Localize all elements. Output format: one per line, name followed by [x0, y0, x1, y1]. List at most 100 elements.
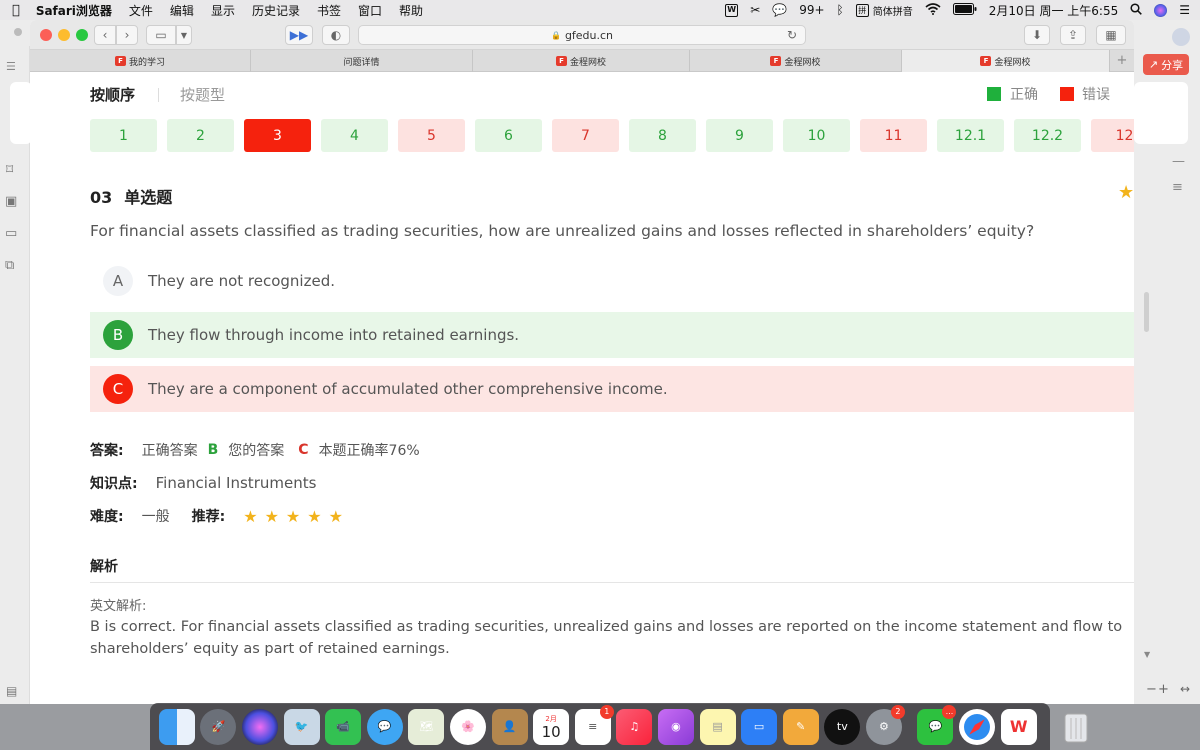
question-number-button[interactable]: 7: [552, 119, 619, 152]
launchpad-rocket-icon[interactable]: 🚀: [200, 708, 237, 745]
music-icon[interactable]: ♫: [616, 708, 653, 745]
sidebar-dropdown-button[interactable]: ▼: [176, 25, 192, 45]
question-number-button[interactable]: 2: [167, 119, 234, 152]
question-number-button[interactable]: 11: [860, 119, 927, 152]
favorite-star-icon[interactable]: ★: [1118, 182, 1134, 203]
share-page-button[interactable]: ⇪: [1060, 25, 1086, 45]
question-number-button[interactable]: 1: [90, 119, 157, 152]
trash-icon[interactable]: [1058, 709, 1094, 745]
tab-gfedu-2[interactable]: F 金程网校: [690, 50, 902, 72]
reader-extension-button[interactable]: ▶▶: [285, 25, 313, 45]
sort-by-type-tab[interactable]: 按题型: [180, 84, 225, 105]
menu-history[interactable]: 历史记录: [252, 2, 300, 19]
question-number-button[interactable]: 6: [475, 119, 542, 152]
option-c-selected-wrong[interactable]: C They are a component of accumulated ot…: [90, 366, 1134, 412]
background-app-sidebar: ☰ ⌑ ▣ ▭ ⧉ ▤: [0, 46, 30, 704]
share-button[interactable]: ↗ 分享: [1143, 54, 1189, 75]
downloads-button[interactable]: ⬇: [1024, 25, 1050, 45]
bluetooth-icon[interactable]: ᛒ: [837, 3, 844, 17]
sidebar-toggle-icon[interactable]: ▤: [6, 684, 17, 698]
legend-wrong-label: 错误: [1082, 87, 1110, 103]
question-number-button[interactable]: 4: [321, 119, 388, 152]
back-button[interactable]: ‹: [94, 25, 116, 45]
comment-icon[interactable]: ▭: [5, 226, 17, 241]
vertical-scrollbar[interactable]: [1144, 292, 1149, 332]
tab-gfedu-1[interactable]: F 金程网校: [473, 50, 690, 72]
photos-icon[interactable]: 🌸: [449, 708, 486, 745]
menu-view[interactable]: 显示: [211, 2, 235, 19]
notes-icon[interactable]: ▤: [699, 708, 736, 745]
input-method-icon[interactable]: 拼: [855, 3, 869, 17]
reload-icon[interactable]: ↻: [787, 28, 797, 42]
podcasts-icon[interactable]: ◉: [657, 708, 694, 745]
preview-icon[interactable]: 🐦: [283, 708, 320, 745]
maps-icon[interactable]: 🗺: [408, 708, 445, 745]
image-icon[interactable]: ▣: [5, 194, 17, 209]
control-center-icon[interactable]: ☰: [1179, 3, 1190, 17]
menu-lines-icon[interactable]: ≡: [1172, 180, 1183, 195]
siri-icon[interactable]: [1154, 3, 1168, 17]
tab-question-detail[interactable]: 问题详情: [251, 50, 473, 72]
bookmark-icon[interactable]: ⌑: [6, 162, 13, 178]
apple-menu-icon[interactable]: : [12, 3, 20, 18]
question-number-button[interactable]: 10: [783, 119, 850, 152]
wechat-app-icon[interactable]: 💬...: [917, 704, 957, 745]
question-number-button[interactable]: 12.1: [937, 119, 1004, 152]
tab-gfedu-active[interactable]: F 金程网校: [902, 50, 1110, 72]
messages-icon[interactable]: 💬: [366, 708, 403, 745]
forward-button[interactable]: ›: [116, 25, 138, 45]
question-number-button[interactable]: 8: [629, 119, 696, 152]
copy-icon[interactable]: ⧉: [5, 258, 14, 273]
safari-compass-icon[interactable]: [959, 708, 996, 745]
chevron-left-icon: ‹: [102, 28, 108, 42]
keynote-icon[interactable]: ▭: [741, 708, 778, 745]
spotlight-search-icon[interactable]: [1130, 2, 1143, 18]
input-method-label[interactable]: 简体拼音: [873, 3, 913, 18]
question-number-button-current[interactable]: 3: [244, 119, 311, 152]
sort-by-order-tab[interactable]: 按顺序: [90, 84, 135, 105]
question-number-button[interactable]: 5: [398, 119, 465, 152]
reminders-icon[interactable]: ≡ 1: [574, 704, 614, 745]
question-number-button[interactable]: 9: [706, 119, 773, 152]
chevron-down-icon: ▼: [180, 30, 188, 40]
wifi-icon[interactable]: [925, 2, 941, 18]
wechat-status-icon[interactable]: 💬: [772, 3, 787, 17]
sidebar-button[interactable]: ▭: [146, 25, 176, 45]
menu-edit[interactable]: 编辑: [170, 2, 194, 19]
facetime-icon[interactable]: 📹: [325, 708, 362, 745]
option-a[interactable]: A They are not recognized.: [90, 258, 1134, 304]
pages-icon[interactable]: ✎: [782, 708, 819, 745]
question-number-button[interactable]: 12.2: [1014, 119, 1081, 152]
menu-window[interactable]: 窗口: [358, 2, 382, 19]
privacy-report-button[interactable]: ◐: [322, 25, 350, 45]
zoom-out-icon[interactable]: −: [1146, 682, 1157, 697]
scroll-down-arrow-icon[interactable]: ▼: [1144, 650, 1150, 659]
menu-file[interactable]: 文件: [129, 2, 153, 19]
menu-bookmarks[interactable]: 书签: [317, 2, 341, 19]
new-tab-button[interactable]: +: [1110, 50, 1134, 71]
system-preferences-gear-icon[interactable]: ⚙ 2: [865, 704, 905, 745]
question-number-button[interactable]: 12: [1091, 119, 1134, 152]
siri-app-icon[interactable]: [241, 708, 278, 745]
menu-app-name[interactable]: Safari浏览器: [36, 2, 112, 19]
scissors-icon[interactable]: ✂: [750, 3, 760, 17]
apple-tv-icon[interactable]: tv: [824, 708, 861, 745]
menu-help[interactable]: 帮助: [399, 2, 423, 19]
close-window-button[interactable]: [40, 29, 52, 41]
tab-overview-button[interactable]: ▦: [1096, 25, 1126, 45]
menu-datetime[interactable]: 2月10日 周一 上午6:55: [989, 2, 1118, 19]
fit-width-icon[interactable]: ↔: [1180, 682, 1190, 696]
minimize-window-button[interactable]: [58, 29, 70, 41]
wps-status-icon[interactable]: W: [725, 3, 739, 17]
calendar-icon[interactable]: 2月 10: [533, 708, 570, 745]
contacts-icon[interactable]: 👤: [491, 708, 528, 745]
wps-office-icon[interactable]: W: [1000, 708, 1037, 745]
minus-icon[interactable]: —: [1172, 154, 1185, 169]
maximize-window-button[interactable]: [76, 29, 88, 41]
finder-icon[interactable]: [158, 708, 195, 745]
tab-my-study[interactable]: F 我的学习: [30, 50, 251, 72]
option-b-correct[interactable]: B They flow through income into retained…: [90, 312, 1134, 358]
battery-icon[interactable]: [952, 2, 977, 18]
zoom-in-icon[interactable]: +: [1158, 682, 1169, 697]
address-bar[interactable]: 🔒 gfedu.cn ↻: [358, 25, 806, 45]
